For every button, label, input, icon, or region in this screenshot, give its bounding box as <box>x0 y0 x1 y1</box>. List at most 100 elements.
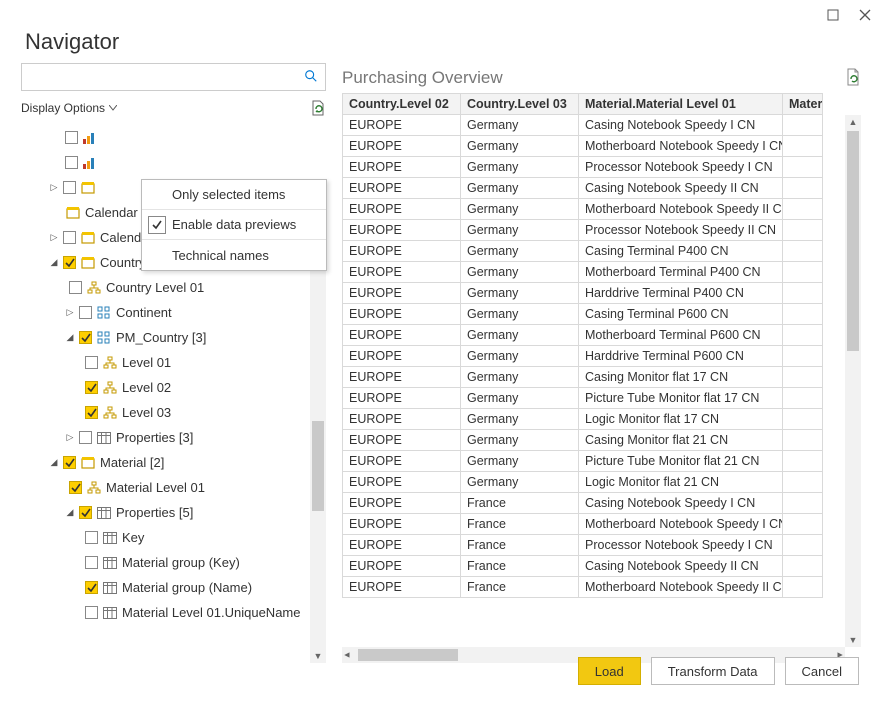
table-cell <box>783 556 823 577</box>
tree-node-material[interactable]: ◢Material [2] <box>21 450 326 475</box>
table-row[interactable]: EUROPEGermanyMotherboard Terminal P400 C… <box>343 262 823 283</box>
tree-label: Country Level 01 <box>106 280 204 295</box>
menu-only-selected[interactable]: Only selected items <box>142 180 326 210</box>
table-cell: Casing Notebook Speedy I CN <box>579 115 783 136</box>
collapse-icon[interactable]: ◢ <box>65 332 75 343</box>
tree-node-matgroup-name[interactable]: Material group (Name) <box>21 575 326 600</box>
table-cell: EUROPE <box>343 493 461 514</box>
collapse-icon[interactable]: ◢ <box>65 507 75 518</box>
table-cell: Casing Notebook Speedy II CN <box>579 556 783 577</box>
tree-node-matgroup-key[interactable]: Material group (Key) <box>21 550 326 575</box>
table-row[interactable]: EUROPEGermanyCasing Terminal P400 CN <box>343 241 823 262</box>
table-row[interactable]: EUROPEGermanyPicture Tube Monitor flat 1… <box>343 388 823 409</box>
table-row[interactable]: EUROPEGermanyCasing Notebook Speedy II C… <box>343 178 823 199</box>
table-cell: Germany <box>461 136 579 157</box>
menu-enable-previews[interactable]: Enable data previews <box>142 210 326 240</box>
tree-node-properties5[interactable]: ◢Properties [5] <box>21 500 326 525</box>
table-cell: Germany <box>461 178 579 199</box>
cancel-button[interactable]: Cancel <box>785 657 859 685</box>
table-cell: France <box>461 556 579 577</box>
scrollbar-thumb[interactable] <box>358 649 458 661</box>
table-cell: Germany <box>461 304 579 325</box>
table-row[interactable]: EUROPEGermanyHarddrive Terminal P600 CN <box>343 346 823 367</box>
scroll-left-icon[interactable]: ▲ <box>339 651 353 660</box>
tree-node[interactable] <box>21 150 326 175</box>
table-row[interactable]: EUROPEFranceCasing Notebook Speedy II CN <box>343 556 823 577</box>
table-cell: EUROPE <box>343 514 461 535</box>
table-row[interactable]: EUROPEGermanyPicture Tube Monitor flat 2… <box>343 451 823 472</box>
table-row[interactable]: EUROPEFranceMotherboard Notebook Speedy … <box>343 577 823 598</box>
tree-node-pm-country[interactable]: ◢PM_Country [3] <box>21 325 326 350</box>
search-input-wrap[interactable] <box>21 63 326 91</box>
table-cell <box>783 136 823 157</box>
display-options-button[interactable]: Display Options <box>21 101 117 115</box>
tree-node-continent[interactable]: ▷Continent <box>21 300 326 325</box>
tree-node-properties3[interactable]: ▷Properties [3] <box>21 425 326 450</box>
table-row[interactable]: EUROPEGermanyLogic Monitor flat 17 CN <box>343 409 823 430</box>
table-row[interactable]: EUROPEFranceCasing Notebook Speedy I CN <box>343 493 823 514</box>
transform-data-button[interactable]: Transform Data <box>651 657 775 685</box>
scrollbar-thumb[interactable] <box>312 421 324 511</box>
table-row[interactable]: EUROPEGermanyProcessor Notebook Speedy I… <box>343 157 823 178</box>
table-cell: EUROPE <box>343 430 461 451</box>
table-row[interactable]: EUROPEGermanyLogic Monitor flat 21 CN <box>343 472 823 493</box>
close-icon[interactable] <box>857 7 873 23</box>
column-header[interactable]: Material <box>783 94 823 115</box>
tree-node-ml01-unique[interactable]: Material Level 01.UniqueName <box>21 600 326 625</box>
table-cell: EUROPE <box>343 556 461 577</box>
table-row[interactable]: EUROPEGermanyMotherboard Terminal P600 C… <box>343 325 823 346</box>
column-header[interactable]: Material.Material Level 01 <box>579 94 783 115</box>
expand-icon[interactable]: ▷ <box>49 182 59 193</box>
hierarchy-icon <box>86 280 102 296</box>
scroll-down-icon[interactable]: ▼ <box>314 649 323 663</box>
menu-technical-names[interactable]: Technical names <box>142 240 326 270</box>
expand-icon[interactable]: ▷ <box>65 307 75 318</box>
table-row[interactable]: EUROPEGermanyCasing Monitor flat 17 CN <box>343 367 823 388</box>
table-cell: Germany <box>461 220 579 241</box>
load-button[interactable]: Load <box>578 657 641 685</box>
tree-node-material-l01[interactable]: Material Level 01 <box>21 475 326 500</box>
preview-vscroll[interactable]: ▲ ▼ <box>845 115 861 647</box>
table-row[interactable]: EUROPEGermanyCasing Monitor flat 21 CN <box>343 430 823 451</box>
scroll-down-icon[interactable]: ▼ <box>849 633 858 647</box>
table-cell: EUROPE <box>343 472 461 493</box>
table-row[interactable]: EUROPEGermanyMotherboard Notebook Speedy… <box>343 199 823 220</box>
table-cell <box>783 451 823 472</box>
tree-node-level02[interactable]: Level 02 <box>21 375 326 400</box>
tree-scrollbar[interactable]: ▲ ▼ <box>310 203 326 663</box>
table-cell: Germany <box>461 325 579 346</box>
table-row[interactable]: EUROPEFranceMotherboard Notebook Speedy … <box>343 514 823 535</box>
table-cell: EUROPE <box>343 283 461 304</box>
search-input[interactable] <box>28 69 303 86</box>
dimension-icon <box>80 455 96 471</box>
table-cell: Casing Terminal P400 CN <box>579 241 783 262</box>
preview-refresh-icon[interactable] <box>845 68 861 89</box>
table-row[interactable]: EUROPEGermanyCasing Terminal P600 CN <box>343 304 823 325</box>
table-row[interactable]: EUROPEGermanyHarddrive Terminal P400 CN <box>343 283 823 304</box>
hierarchy-icon <box>102 405 118 421</box>
tree-node-level03[interactable]: Level 03 <box>21 400 326 425</box>
column-header[interactable]: Country.Level 02 <box>343 94 461 115</box>
refresh-icon[interactable] <box>310 100 326 116</box>
expand-icon[interactable]: ▷ <box>65 432 75 443</box>
table-cell <box>783 325 823 346</box>
scrollbar-thumb[interactable] <box>847 131 859 351</box>
tree-node-key[interactable]: Key <box>21 525 326 550</box>
table-row[interactable]: EUROPEFranceProcessor Notebook Speedy I … <box>343 535 823 556</box>
scroll-up-icon[interactable]: ▲ <box>849 115 858 129</box>
maximize-icon[interactable] <box>825 7 841 23</box>
collapse-icon[interactable]: ◢ <box>49 257 59 268</box>
display-options-menu: Only selected items Enable data previews… <box>141 179 327 271</box>
column-header[interactable]: Country.Level 03 <box>461 94 579 115</box>
table-row[interactable]: EUROPEGermanyCasing Notebook Speedy I CN <box>343 115 823 136</box>
search-icon[interactable] <box>303 69 319 86</box>
table-cell: EUROPE <box>343 178 461 199</box>
tree-node-level01[interactable]: Level 01 <box>21 350 326 375</box>
table-row[interactable]: EUROPEGermanyProcessor Notebook Speedy I… <box>343 220 823 241</box>
collapse-icon[interactable]: ◢ <box>49 457 59 468</box>
table-row[interactable]: EUROPEGermanyMotherboard Notebook Speedy… <box>343 136 823 157</box>
tree-node[interactable] <box>21 125 326 150</box>
hierarchy-icon <box>86 480 102 496</box>
tree-node-country-l01[interactable]: Country Level 01 <box>21 275 326 300</box>
expand-icon[interactable]: ▷ <box>49 232 59 243</box>
